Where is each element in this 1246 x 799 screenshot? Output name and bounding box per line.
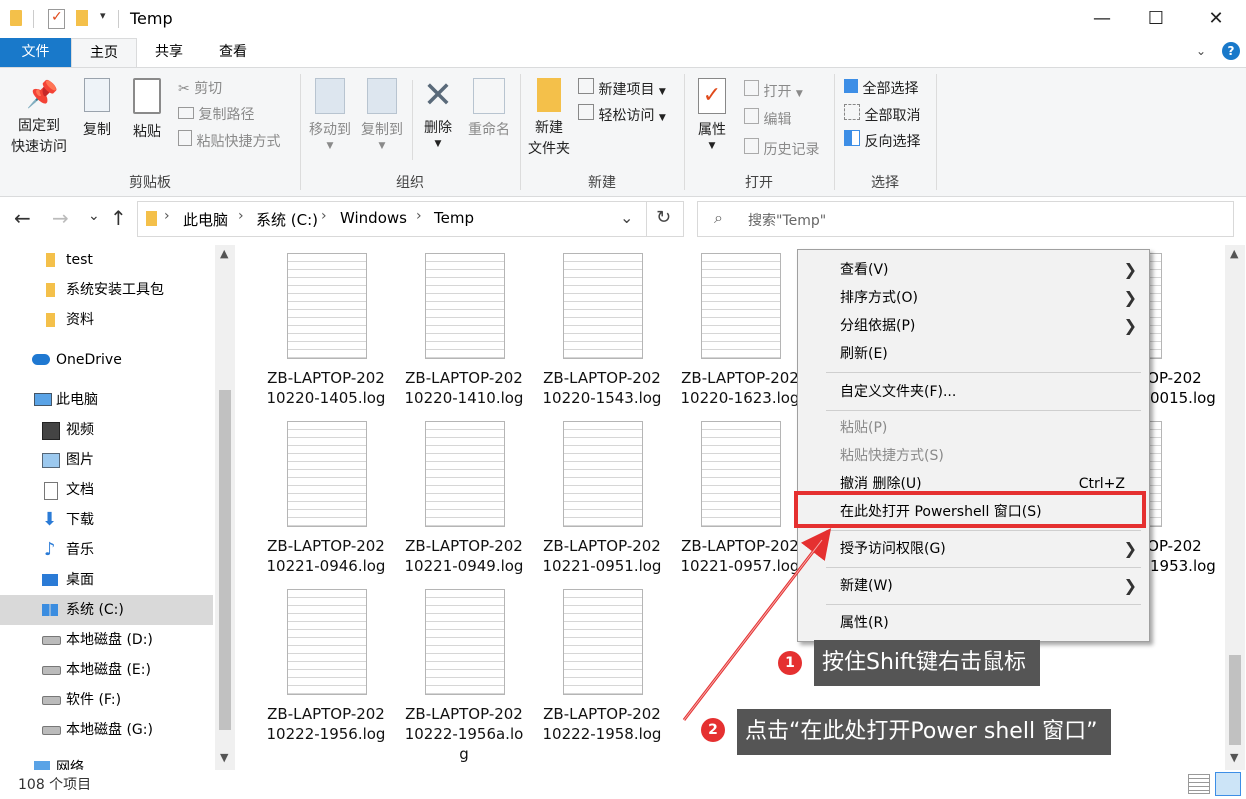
annotation-callout-1: 按住Shift键右击鼠标 bbox=[814, 640, 1041, 686]
annotation-badge-1: 1 bbox=[778, 651, 802, 675]
status-bar: 108 个项目 bbox=[0, 770, 1246, 799]
details-view-icon[interactable] bbox=[1188, 774, 1210, 794]
annotation-callout-2: 点击“在此处打开Power shell 窗口” bbox=[737, 709, 1112, 755]
large-icons-view-icon[interactable] bbox=[1215, 772, 1241, 796]
item-count: 108 个项目 bbox=[18, 777, 92, 793]
annotation-arrow bbox=[682, 528, 832, 721]
annotation-badge-2: 2 bbox=[701, 718, 725, 742]
arrow-line-inner bbox=[683, 539, 823, 721]
